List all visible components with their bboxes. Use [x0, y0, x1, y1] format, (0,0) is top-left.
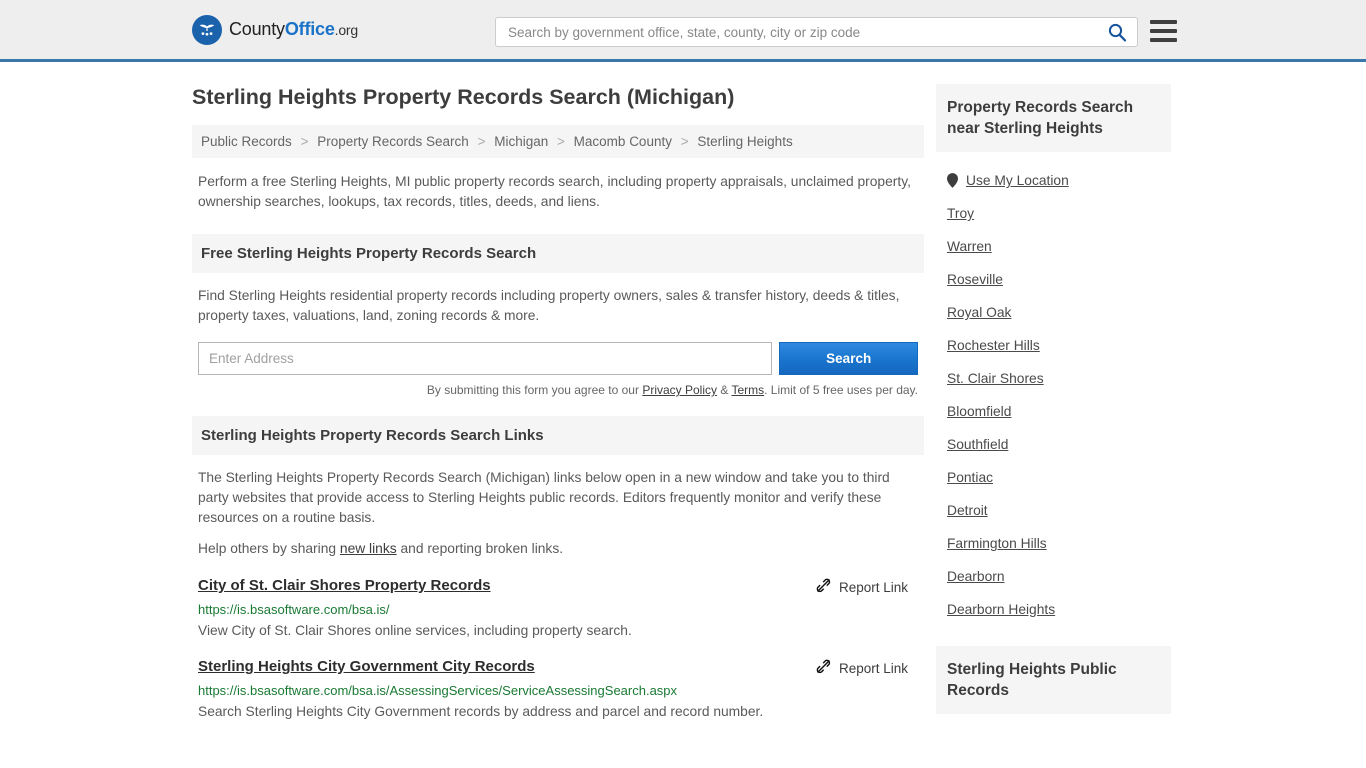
breadcrumb-separator: > — [557, 134, 565, 149]
sidebar-item-rochester-hills[interactable]: Rochester Hills — [936, 329, 1171, 362]
links-section-body: The Sterling Heights Property Records Se… — [192, 455, 924, 559]
sidebar-item-roseville[interactable]: Roseville — [936, 263, 1171, 296]
link-result-title[interactable]: City of St. Clair Shores Property Record… — [198, 577, 491, 594]
breadcrumb-item-sterling-heights[interactable]: Sterling Heights — [697, 134, 792, 149]
link-result-header: Sterling Heights City Government City Re… — [198, 658, 918, 678]
sidebar-item-bloomfield[interactable]: Bloomfield — [936, 395, 1171, 428]
broken-link-icon — [815, 658, 832, 678]
links-section-help: Help others by sharing new links and rep… — [198, 539, 918, 559]
breadcrumb: Public Records > Property Records Search… — [192, 125, 924, 158]
address-input[interactable] — [198, 342, 773, 375]
link-result: Sterling Heights City Government City Re… — [192, 658, 924, 721]
link-result-description: Search Sterling Heights City Government … — [198, 704, 764, 719]
link-result-description: View City of St. Clair Shores online ser… — [198, 623, 632, 638]
sidebar-item-st-clair-shores[interactable]: St. Clair Shores — [936, 362, 1171, 395]
city-link[interactable]: St. Clair Shores — [947, 371, 1044, 386]
main-content: Sterling Heights Property Records Search… — [192, 84, 924, 721]
city-link[interactable]: Detroit — [947, 503, 988, 518]
breadcrumb-item-public-records[interactable]: Public Records — [201, 134, 292, 149]
hamburger-menu-icon[interactable] — [1150, 20, 1177, 42]
help-suffix: and reporting broken links. — [396, 541, 564, 556]
sidebar-item-farmington-hills[interactable]: Farmington Hills — [936, 527, 1171, 560]
sidebar-public-records-heading: Sterling Heights Public Records — [936, 646, 1171, 714]
terms-link[interactable]: Terms — [731, 383, 764, 397]
link-result-header: City of St. Clair Shores Property Record… — [198, 577, 918, 597]
site-header: CountyOffice.org — [0, 0, 1366, 62]
city-link[interactable]: Dearborn — [947, 569, 1005, 584]
logo-text-tld: .org — [334, 22, 359, 38]
eagle-shield-icon — [192, 14, 222, 45]
page-lead-description: Perform a free Sterling Heights, MI publ… — [198, 174, 911, 209]
city-link[interactable]: Bloomfield — [947, 404, 1011, 419]
free-search-description: Find Sterling Heights residential proper… — [198, 288, 900, 323]
sidebar-item-use-my-location[interactable]: Use My Location — [936, 164, 1171, 197]
breadcrumb-item-macomb-county[interactable]: Macomb County — [574, 134, 672, 149]
sidebar-item-dearborn-heights[interactable]: Dearborn Heights — [936, 593, 1171, 626]
city-link[interactable]: Farmington Hills — [947, 536, 1047, 551]
sidebar-nearby-heading: Property Records Search near Sterling He… — [936, 84, 1171, 152]
link-result-url: https://is.bsasoftware.com/bsa.is/Assess… — [198, 683, 678, 698]
sidebar-item-warren[interactable]: Warren — [936, 230, 1171, 263]
address-search-form: Search — [192, 342, 918, 375]
report-link-button[interactable]: Report Link — [815, 577, 908, 597]
report-link-label: Report Link — [838, 660, 908, 676]
logo-text-office: Office — [284, 19, 335, 39]
city-link[interactable]: Dearborn Heights — [947, 602, 1055, 617]
global-search-box[interactable] — [495, 17, 1138, 47]
city-link[interactable]: Roseville — [947, 272, 1003, 287]
logo-text-county: County — [229, 19, 285, 39]
map-pin-icon — [947, 173, 958, 188]
breadcrumb-item-michigan[interactable]: Michigan — [494, 134, 548, 149]
link-result-title[interactable]: Sterling Heights City Government City Re… — [198, 658, 535, 675]
city-link[interactable]: Troy — [947, 206, 974, 221]
search-icon[interactable] — [1107, 22, 1127, 42]
use-my-location-link[interactable]: Use My Location — [966, 173, 1069, 188]
sidebar-item-troy[interactable]: Troy — [936, 197, 1171, 230]
help-prefix: Help others by sharing — [198, 541, 340, 556]
sidebar-item-detroit[interactable]: Detroit — [936, 494, 1171, 527]
form-disclaimer-suffix: . Limit of 5 free uses per day. — [764, 383, 918, 397]
search-input[interactable] — [506, 23, 1107, 41]
broken-link-icon — [815, 577, 832, 597]
site-logo[interactable]: CountyOffice.org — [192, 14, 358, 45]
form-disclaimer-amp: & — [717, 383, 732, 397]
breadcrumb-separator: > — [477, 134, 486, 149]
hamburger-bar — [1150, 38, 1177, 42]
sidebar-item-dearborn[interactable]: Dearborn — [936, 560, 1171, 593]
link-result: City of St. Clair Shores Property Record… — [192, 577, 924, 640]
city-link[interactable]: Royal Oak — [947, 305, 1011, 320]
logo-text: CountyOffice.org — [229, 19, 358, 40]
privacy-policy-link[interactable]: Privacy Policy — [642, 383, 717, 397]
sidebar-city-list: Use My Location Troy Warren Roseville Ro… — [936, 164, 1171, 626]
sidebar-item-southfield[interactable]: Southfield — [936, 428, 1171, 461]
city-link[interactable]: Southfield — [947, 437, 1008, 452]
report-link-button[interactable]: Report Link — [815, 658, 908, 678]
free-search-body: Find Sterling Heights residential proper… — [192, 273, 924, 326]
form-disclaimer: By submitting this form you agree to our… — [192, 383, 918, 397]
page-body: Sterling Heights Property Records Search… — [0, 62, 1366, 721]
form-disclaimer-prefix: By submitting this form you agree to our — [426, 383, 643, 397]
links-section-heading: Sterling Heights Property Records Search… — [192, 416, 924, 455]
sidebar: Property Records Search near Sterling He… — [936, 84, 1171, 721]
address-search-button[interactable]: Search — [779, 342, 918, 375]
page-title: Sterling Heights Property Records Search… — [192, 85, 735, 109]
links-section-paragraph: The Sterling Heights Property Records Se… — [198, 470, 890, 525]
free-search-heading: Free Sterling Heights Property Records S… — [192, 234, 924, 273]
link-result-url: https://is.bsasoftware.com/bsa.is/ — [198, 602, 390, 617]
report-link-label: Report Link — [838, 579, 908, 595]
city-link[interactable]: Pontiac — [947, 470, 993, 485]
breadcrumb-item-property-records-search[interactable]: Property Records Search — [317, 134, 469, 149]
hamburger-bar — [1150, 29, 1177, 33]
city-link[interactable]: Warren — [947, 239, 992, 254]
hamburger-bar — [1150, 20, 1177, 24]
breadcrumb-separator: > — [680, 134, 689, 149]
breadcrumb-separator: > — [300, 134, 309, 149]
sidebar-item-royal-oak[interactable]: Royal Oak — [936, 296, 1171, 329]
sidebar-item-pontiac[interactable]: Pontiac — [936, 461, 1171, 494]
new-links-link[interactable]: new links — [340, 541, 397, 556]
city-link[interactable]: Rochester Hills — [947, 338, 1040, 353]
